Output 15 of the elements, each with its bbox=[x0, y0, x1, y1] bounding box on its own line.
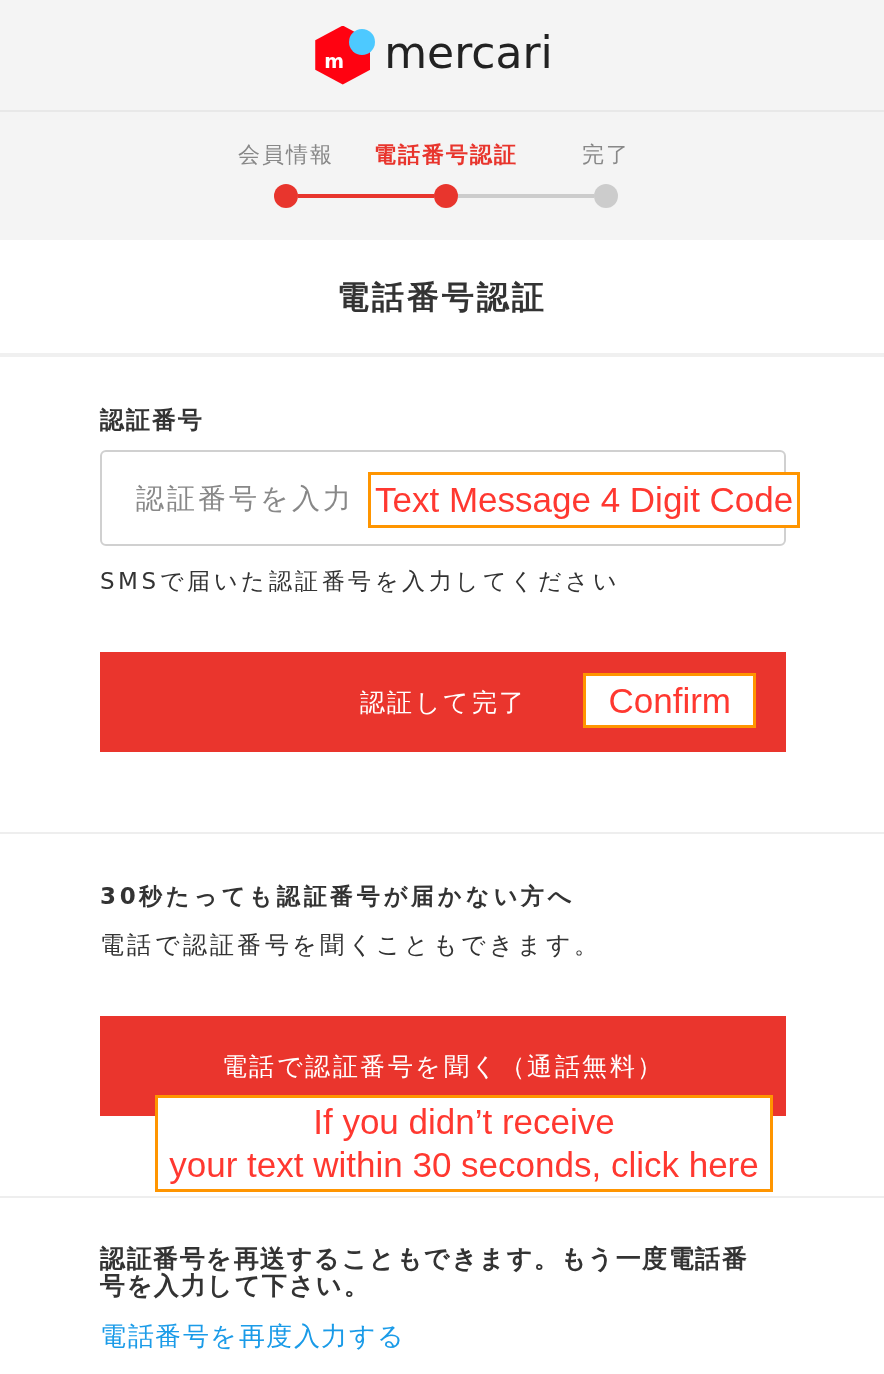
section-text: 電話で認証番号を聞くこともできます。 bbox=[100, 930, 603, 961]
annotation-tooltip: Text Message 4 Digit Code bbox=[368, 472, 801, 528]
logo-wordmark: mercari bbox=[384, 31, 553, 79]
step-label: 完了 bbox=[582, 141, 630, 169]
annotation-tooltip: If you didn’t receive your text within 30 seconds, click here bbox=[155, 1095, 773, 1192]
section-heading: 30秒たっても認証番号が届かない方へ bbox=[100, 882, 577, 911]
hint-text: SMSで届いた認証番号を入力してください bbox=[100, 567, 622, 596]
annotation-tooltip: Confirm bbox=[583, 673, 756, 728]
page-title: 電話番号認証 bbox=[337, 276, 547, 317]
step-label: 電話番号認証 bbox=[374, 141, 518, 169]
field-label: 認証番号 bbox=[100, 405, 205, 435]
step-label: 会員情報 bbox=[238, 141, 334, 169]
reenter-phone-link[interactable]: 電話番号を再度入力する bbox=[100, 1318, 406, 1354]
dot-icon bbox=[349, 28, 376, 55]
resend-text: 認証番号を再送することもできます。もう一度電話番号を入力して下さい。 bbox=[100, 1245, 749, 1299]
